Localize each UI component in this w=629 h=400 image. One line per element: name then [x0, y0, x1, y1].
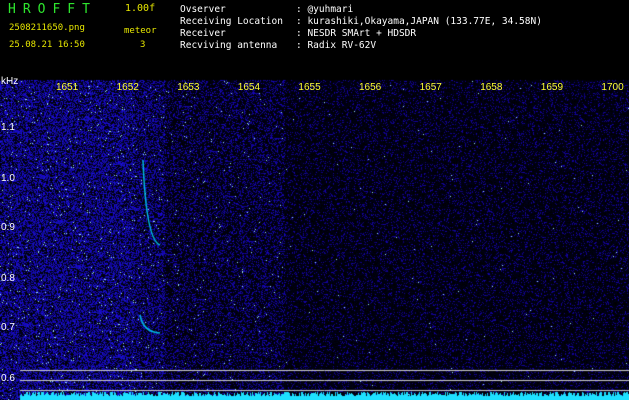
count-label: 3: [140, 40, 146, 50]
location-value: : kurashiki,Okayama,JAPAN (133.77E, 34.5…: [296, 16, 542, 27]
hrofft-window: HROFFT 1.00f 2508211650.png meteor 25.08…: [0, 0, 629, 400]
freq-tick-label: 0.7: [1, 322, 15, 333]
app-title: HROFFT: [8, 2, 97, 17]
app-version: 1.00f: [125, 3, 156, 14]
time-tick-label: 1657: [419, 82, 442, 93]
receiver-value: : NESDR SMArt + HDSDR: [296, 28, 417, 39]
filename-label: 2508211650.png: [9, 23, 85, 33]
observer-key: Ovserver: [180, 4, 226, 15]
time-tick-label: 1655: [298, 82, 321, 93]
time-tick-label: 1700: [601, 82, 624, 93]
freq-tick-label: 1.0: [1, 173, 15, 184]
datetime-label: 25.08.21 16:50: [9, 40, 85, 50]
antenna-value: : Radix RV-62V: [296, 40, 377, 51]
freq-tick-label: 0.6: [1, 373, 15, 384]
time-tick-label: 1651: [56, 82, 79, 93]
time-tick-label: 1656: [359, 82, 382, 93]
time-tick-label: 1654: [237, 82, 261, 93]
location-key: Receiving Location: [180, 16, 283, 27]
receiver-key: Receiver: [180, 28, 226, 39]
time-tick-label: 1653: [177, 82, 200, 93]
time-tick-label: 1658: [480, 82, 503, 93]
time-tick-label: 1652: [116, 82, 139, 93]
y-unit-label: kHz: [1, 76, 19, 87]
antenna-key: Recviving antenna: [180, 40, 278, 51]
mode-label: meteor: [124, 26, 157, 36]
spectrogram-canvas: [0, 0, 629, 400]
freq-tick-label: 0.9: [1, 222, 15, 233]
freq-tick-label: 0.8: [1, 273, 15, 284]
observer-value: : @yuhmari: [296, 4, 354, 15]
time-tick-label: 1659: [540, 82, 564, 93]
freq-tick-label: 1.1: [1, 122, 15, 133]
